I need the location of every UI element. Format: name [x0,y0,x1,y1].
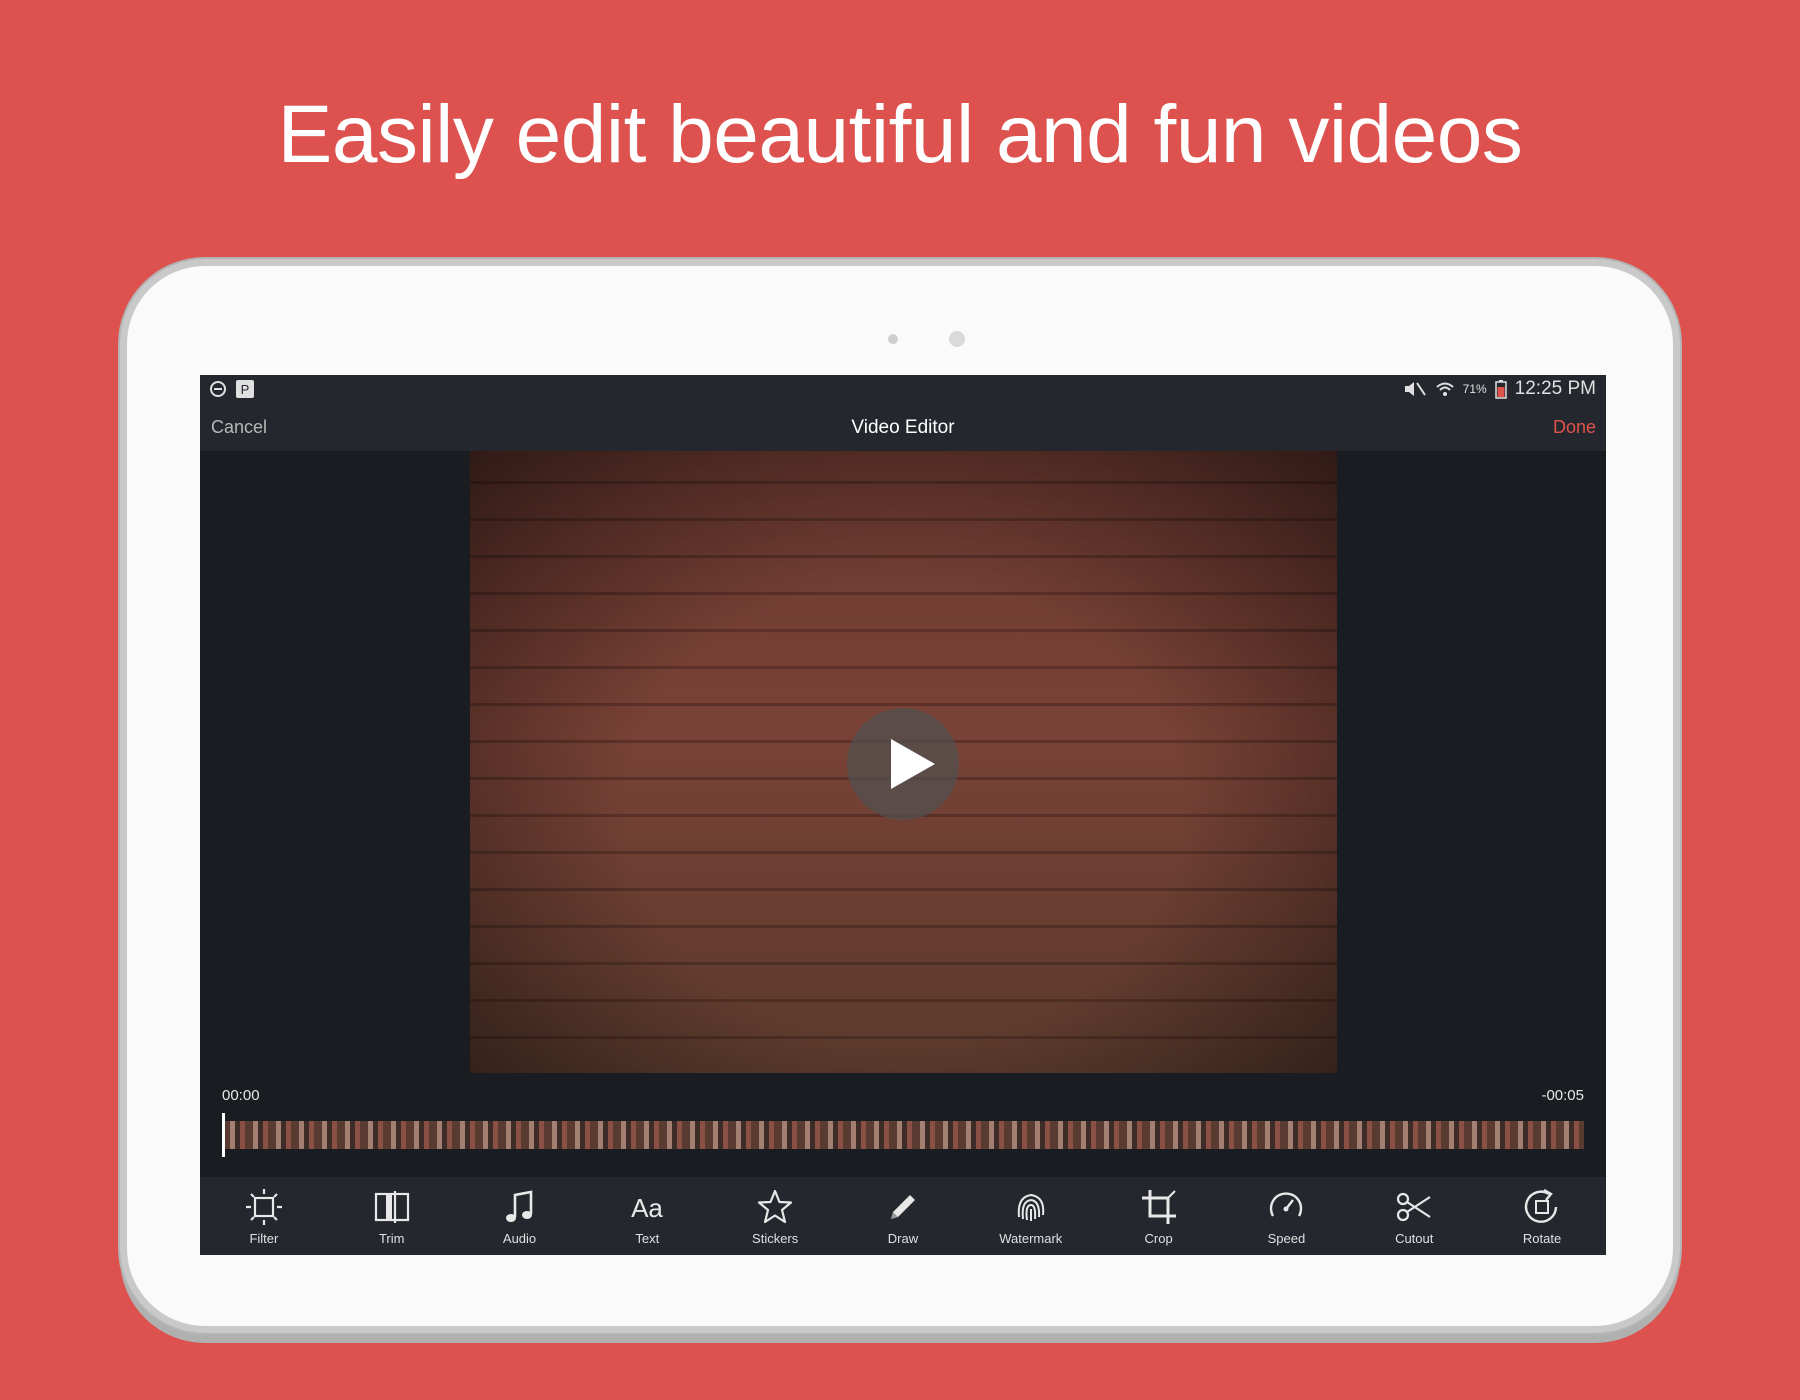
svg-text:Aa: Aa [631,1193,663,1223]
page-title: Video Editor [851,417,955,438]
text-tool[interactable]: Aa Text [583,1177,711,1255]
device-screen: P 71% 12:25 PM Cancel Video Editor Done … [200,375,1606,1255]
timeline-filmstrip[interactable] [222,1121,1584,1149]
headline: Easily edit beautiful and fun videos [277,89,1523,180]
battery-percent: 71% [1462,382,1487,396]
filter-icon [245,1189,282,1225]
crop-icon [1141,1190,1176,1224]
crop-tool[interactable]: Crop [1095,1177,1223,1255]
mute-icon [1404,382,1426,396]
tool-label: Audio [502,1231,537,1246]
music-note-icon [505,1190,532,1222]
tool-label: Text [635,1231,660,1246]
tool-label: Speed [1267,1231,1306,1246]
tool-label: Stickers [752,1231,799,1246]
clock: 12:25 PM [1514,378,1596,399]
battery-icon [1494,380,1507,399]
filter-tool[interactable]: Filter [200,1177,328,1255]
tool-label: Cutout [1395,1231,1434,1246]
tool-label: Filter [249,1231,279,1246]
current-time: 00:00 [222,1087,260,1104]
wifi-icon [1435,382,1454,396]
tablet-camera [949,331,965,347]
app-bar: Cancel Video Editor Done [200,403,1606,451]
notification-app-icon: P [236,380,254,398]
tool-label: Trim [378,1231,405,1246]
status-bar: P 71% 12:25 PM [200,375,1606,403]
pencil-icon [890,1195,915,1219]
video-preview[interactable] [470,451,1337,1073]
svg-text:P: P [241,382,250,397]
watermark-tool[interactable]: Watermark [967,1177,1095,1255]
star-icon [758,1189,793,1224]
scissors-icon [1397,1192,1431,1222]
tablet-sensor [888,334,898,344]
playhead-handle[interactable] [222,1113,225,1157]
draw-tool[interactable]: Draw [839,1177,967,1255]
rotate-tool[interactable]: Rotate [1478,1177,1606,1255]
stickers-tool[interactable]: Stickers [711,1177,839,1255]
tool-label: Crop [1144,1231,1173,1246]
tool-label: Draw [887,1231,919,1246]
remaining-time: -00:05 [1541,1087,1584,1104]
trim-icon [374,1191,409,1223]
tool-label: Rotate [1522,1231,1562,1246]
speedometer-icon [1270,1192,1303,1217]
speed-tool[interactable]: Speed [1223,1177,1351,1255]
done-button[interactable]: Done [1553,417,1596,438]
fingerprint-icon [1017,1193,1045,1221]
tool-label: Watermark [999,1231,1063,1246]
play-button[interactable] [847,708,959,820]
audio-tool[interactable]: Audio [456,1177,584,1255]
trim-tool[interactable]: Trim [328,1177,456,1255]
editor-toolbar: Filter Trim Audio Aa Text Stickers Draw … [200,1177,1606,1255]
cutout-tool[interactable]: Cutout [1350,1177,1478,1255]
do-not-disturb-icon [210,381,226,397]
text-icon: Aa [631,1193,663,1223]
rotate-icon [1524,1188,1558,1223]
